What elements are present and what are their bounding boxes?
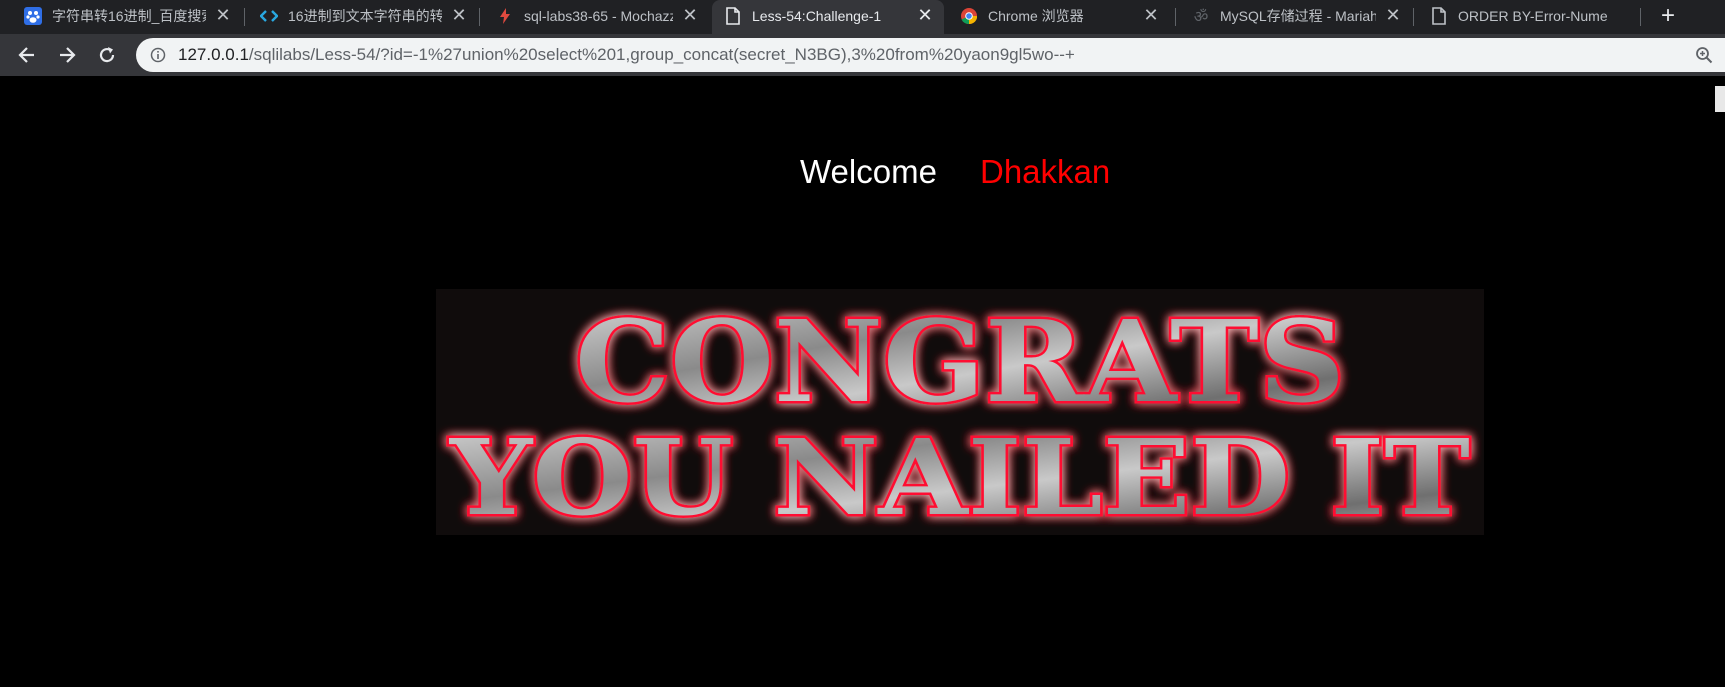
close-icon[interactable]: ✕ [1142, 6, 1160, 24]
welcome-text: Welcome [800, 153, 937, 190]
close-icon[interactable]: ✕ [450, 6, 468, 24]
info-icon[interactable] [150, 47, 166, 63]
close-icon[interactable]: ✕ [214, 6, 232, 24]
zoom-icon[interactable] [1695, 46, 1713, 64]
arrow-right-icon [60, 47, 76, 63]
url-path: /sqlilabs/Less-54/?id=-1%27union%20selec… [248, 45, 1075, 64]
baidu-paw-icon [24, 7, 42, 25]
tab-chrome-browser[interactable]: Chrome 浏览器 ✕ [948, 0, 1170, 31]
tab-strip: 字符串转16进制_百度搜索 ✕ 16进制到文本字符串的转换 ✕ sql-labs… [0, 0, 1725, 34]
arrow-left-icon [18, 47, 34, 63]
tab-title: sql-labs38-65 - Mochazz [524, 8, 673, 24]
tab-title: 16进制到文本字符串的转换 [288, 8, 442, 24]
tab-title: 字符串转16进制_百度搜索 [52, 8, 206, 24]
close-icon[interactable]: ✕ [916, 6, 934, 24]
tab-title: ORDER BY-Error-Numeric [1458, 8, 1607, 24]
code-brackets-icon [260, 7, 278, 25]
document-icon [724, 7, 742, 25]
image-line-2: YOU NAILED IT [449, 416, 1470, 535]
close-icon[interactable]: ✕ [1384, 6, 1402, 24]
document-icon [1430, 7, 1448, 25]
om-icon: ॐ [1193, 9, 1209, 26]
scrollbar-thumb[interactable] [1715, 86, 1725, 112]
back-button[interactable] [14, 42, 40, 68]
tab-separator [479, 8, 480, 26]
tab-mysql-procedures[interactable]: ॐ MySQL存储过程 - Mariah ✕ [1180, 0, 1412, 31]
tab-sql-labs-blog[interactable]: sql-labs38-65 - Mochazz ✕ [484, 0, 709, 31]
tab-baidu-search[interactable]: 字符串转16进制_百度搜索 ✕ [12, 0, 242, 31]
reload-icon [99, 47, 115, 63]
page-content: Welcome Dhakkan CONGRATS YOU NAILED IT [0, 76, 1725, 687]
user-name: Dhakkan [980, 153, 1111, 190]
tab-less-54-challenge[interactable]: Less-54:Challenge-1 ✕ [712, 0, 944, 34]
tab-title: Chrome 浏览器 [988, 8, 1084, 24]
tab-order-by-error[interactable]: ORDER BY-Error-Numeric [1418, 0, 1643, 31]
tab-separator [1413, 8, 1414, 26]
lightning-icon [496, 7, 514, 25]
browser-toolbar: 127.0.0.1/sqlilabs/Less-54/?id=-1%27unio… [0, 34, 1725, 76]
new-tab-button[interactable]: + [1655, 4, 1681, 30]
url-text[interactable]: 127.0.0.1/sqlilabs/Less-54/?id=-1%27unio… [178, 45, 1075, 65]
tab-separator [1175, 8, 1176, 26]
url-host: 127.0.0.1 [178, 45, 249, 64]
tab-title: Less-54:Challenge-1 [752, 8, 882, 24]
tab-separator [244, 8, 245, 26]
tab-hex-to-text[interactable]: 16进制到文本字符串的转换 ✕ [248, 0, 478, 31]
forward-button[interactable] [54, 42, 80, 68]
chrome-icon [960, 7, 978, 25]
congrats-image: CONGRATS YOU NAILED IT [436, 289, 1484, 535]
tab-title: MySQL存储过程 - Mariah [1220, 8, 1376, 24]
address-bar[interactable]: 127.0.0.1/sqlilabs/Less-54/?id=-1%27unio… [136, 38, 1725, 72]
close-icon[interactable]: ✕ [681, 6, 699, 24]
image-line-1: CONGRATS [575, 297, 1345, 428]
tab-separator [1640, 8, 1641, 26]
reload-button[interactable] [94, 42, 120, 68]
